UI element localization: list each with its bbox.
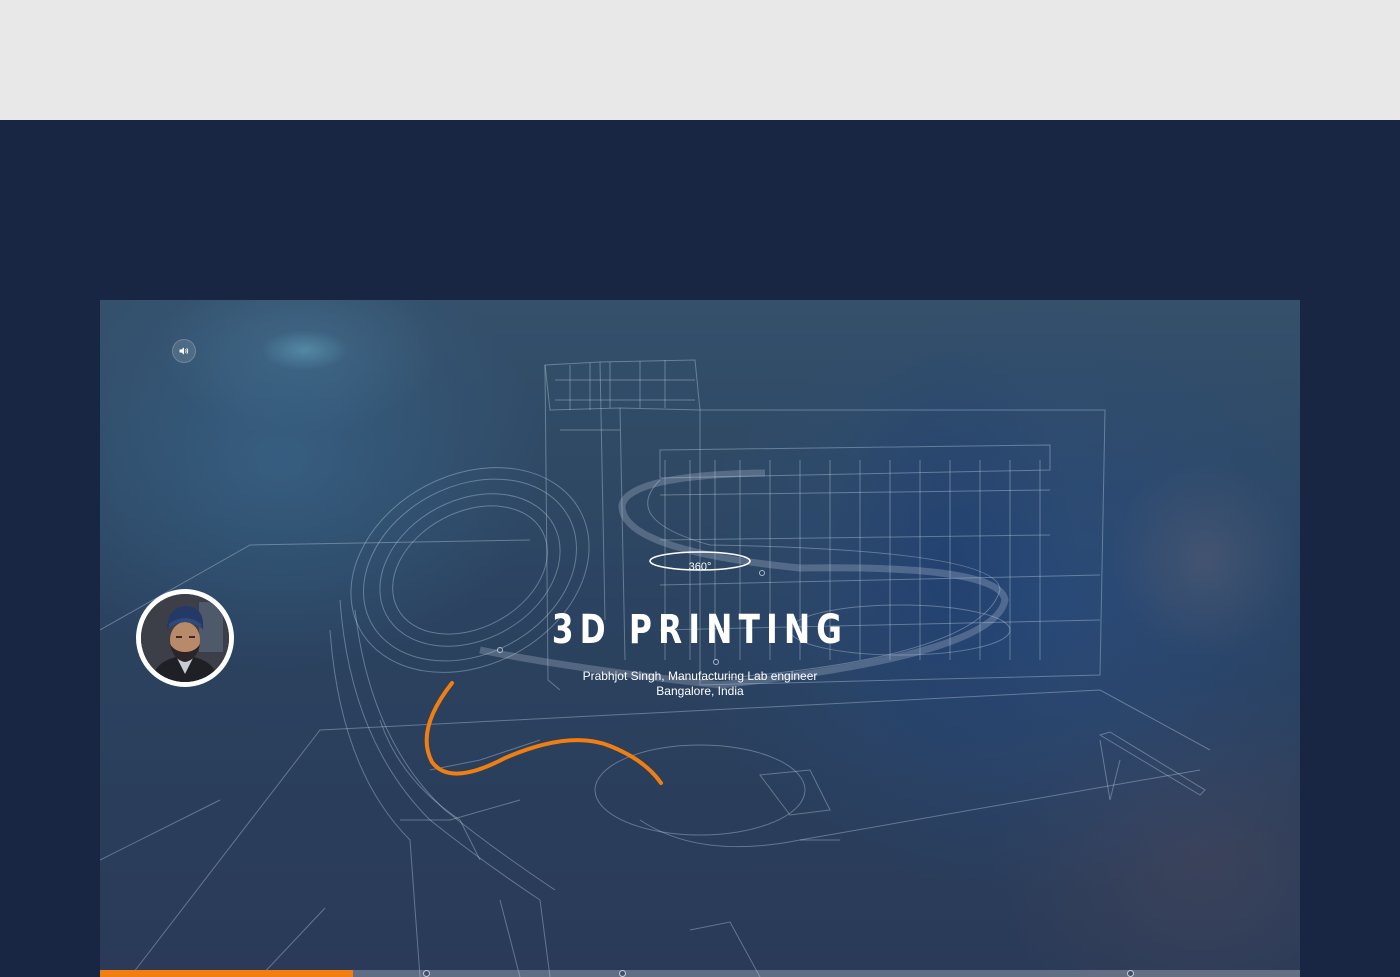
- speaker-avatar[interactable]: [136, 589, 234, 687]
- hero-video-panel[interactable]: 360° 3D PRINTING Prabhjot Singh, Manufac…: [100, 300, 1300, 977]
- top-gray-band: [0, 0, 1400, 120]
- speaker-location: Bangalore, India: [656, 684, 744, 698]
- hero-title: 3D PRINTING: [551, 607, 849, 653]
- avatar-photo: [141, 594, 229, 682]
- chapter-marker[interactable]: [1126, 970, 1134, 977]
- 360-badge-label: 360°: [688, 561, 712, 573]
- sound-toggle-button[interactable]: [172, 339, 196, 363]
- video-progress-fill: [100, 970, 354, 977]
- hero-subtitle: Prabhjot Singh, Manufacturing Lab engine…: [500, 669, 900, 699]
- speaker-icon: [179, 347, 189, 355]
- chapter-marker[interactable]: [423, 970, 431, 977]
- speaker-name-role: Prabhjot Singh, Manufacturing Lab engine…: [582, 669, 818, 683]
- chapter-marker[interactable]: [619, 970, 626, 977]
- video-progress-bar[interactable]: [100, 970, 1300, 977]
